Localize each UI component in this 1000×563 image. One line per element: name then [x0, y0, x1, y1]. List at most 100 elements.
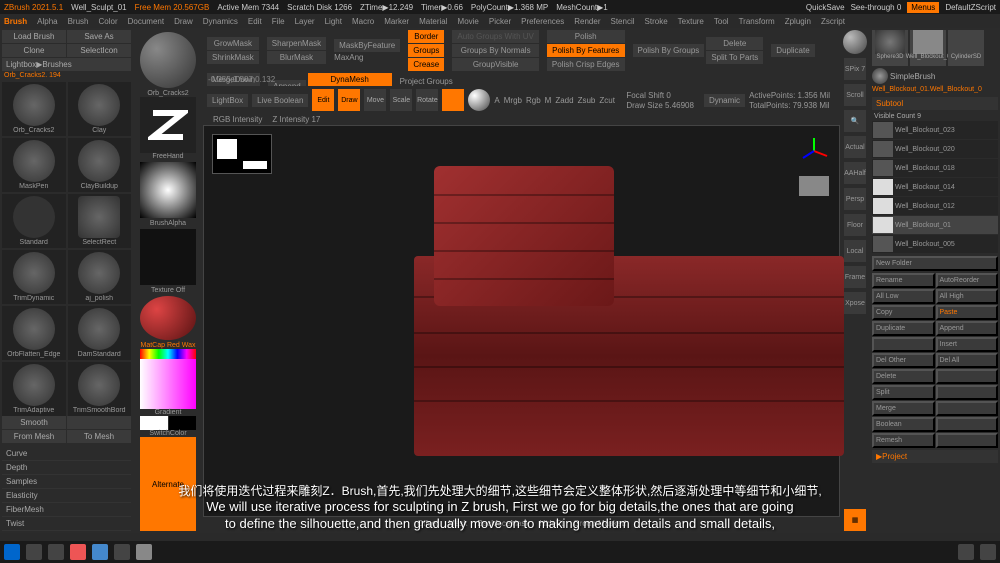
menu-item[interactable]: Transform	[739, 17, 775, 26]
option-item[interactable]: Twist	[2, 517, 131, 531]
menu-item[interactable]: Render	[574, 17, 600, 26]
brush-item[interactable]: aj_polish	[68, 250, 132, 304]
project-section[interactable]: ▶Project	[872, 450, 998, 463]
option-item[interactable]: Curve	[2, 447, 131, 461]
viewport-thumbnail[interactable]	[212, 134, 272, 174]
growmask-button[interactable]: GrowMask	[207, 37, 259, 50]
tool-thumb[interactable]: CylinderSD	[948, 30, 984, 66]
subtool-item[interactable]: Well_Blockout_005	[872, 235, 998, 253]
save-as-button[interactable]: Save As	[67, 30, 131, 43]
persp-button[interactable]: Persp	[844, 188, 866, 210]
search-icon[interactable]	[26, 544, 42, 560]
tray-icon[interactable]	[958, 544, 974, 560]
brush-item[interactable]: TrimDynamic	[2, 250, 66, 304]
floor-button[interactable]: Floor	[844, 214, 866, 236]
menu-item[interactable]: Brush	[68, 17, 89, 26]
subtool-item-selected[interactable]: Well_Blockout_01	[872, 216, 998, 234]
material-preview[interactable]	[140, 296, 196, 340]
delete-button[interactable]: Delete	[706, 37, 763, 50]
actual-button[interactable]: Actual	[844, 136, 866, 158]
nav-sphere-icon[interactable]	[843, 30, 867, 54]
sphere-icon[interactable]	[468, 89, 490, 111]
live-boolean-button[interactable]: Live Boolean	[252, 94, 308, 107]
menu-item[interactable]: Document	[128, 17, 164, 26]
maskbyfeature-button[interactable]: MaskByFeature	[334, 39, 400, 52]
menu-item[interactable]: Alpha	[37, 17, 57, 26]
menu-item[interactable]: Preferences	[521, 17, 564, 26]
menus-toggle[interactable]: Menus	[907, 2, 939, 13]
menu-item[interactable]: Macro	[352, 17, 374, 26]
secondary-color-swatch[interactable]	[169, 416, 197, 430]
focal-shift-slider[interactable]: Focal Shift 0	[626, 91, 694, 100]
lightbox-brushes[interactable]: Lightbox▶Brushes	[2, 58, 131, 71]
brush-item[interactable]: OrbFlatten_Edge	[2, 306, 66, 360]
subtool-item[interactable]: Well_Blockout_020	[872, 140, 998, 158]
brush-item[interactable]: Clay	[68, 82, 132, 136]
brush-item[interactable]: MaskPen	[2, 138, 66, 192]
new-folder-button[interactable]: New Folder	[872, 256, 998, 271]
texture-preview[interactable]	[140, 229, 196, 285]
menu-item[interactable]: Light	[325, 17, 342, 26]
menu-item[interactable]: Movie	[458, 17, 479, 26]
option-item[interactable]: Depth	[2, 461, 131, 475]
del-other-button[interactable]: Del Other	[872, 353, 935, 368]
brush-item[interactable]: ClayBuildup	[68, 138, 132, 192]
local-button[interactable]: Local	[844, 240, 866, 262]
gizmo-icon[interactable]	[442, 89, 464, 111]
zoom-button[interactable]: 🔍	[844, 110, 866, 132]
crease-button[interactable]: Crease	[408, 58, 444, 71]
border-button[interactable]: Border	[408, 30, 444, 43]
edit-mode-button[interactable]: Edit	[312, 89, 334, 111]
menu-item[interactable]: Edit	[248, 17, 262, 26]
dynamesh-button[interactable]: DynaMesh	[308, 73, 392, 86]
brush-menu[interactable]: Brush	[4, 17, 27, 26]
duplicate-button[interactable]: Duplicate	[771, 44, 814, 57]
option-item[interactable]: Elasticity	[2, 489, 131, 503]
quicksave-button[interactable]: QuickSave	[806, 3, 845, 12]
copy-button[interactable]: Copy	[872, 305, 935, 320]
scale-mode-button[interactable]: Scale	[390, 89, 412, 111]
subtool-item[interactable]: Well_Blockout_012	[872, 197, 998, 215]
menu-item[interactable]: Stencil	[611, 17, 635, 26]
load-brush-button[interactable]: Load Brush	[2, 30, 66, 43]
color-picker[interactable]	[140, 359, 196, 409]
subtool-item[interactable]: Well_Blockout_014	[872, 178, 998, 196]
app-icon[interactable]	[136, 544, 152, 560]
subtool-item[interactable]: Well_Blockout_018	[872, 159, 998, 177]
option-item[interactable]: Orientation	[2, 531, 131, 533]
tool-thumb[interactable]: Sphere3D	[872, 30, 908, 66]
app-icon[interactable]	[92, 544, 108, 560]
menu-item[interactable]: Layer	[295, 17, 315, 26]
subtool-header[interactable]: Subtool	[872, 97, 998, 110]
xpose-button[interactable]: Xpose	[844, 292, 866, 314]
camera-icon[interactable]	[799, 176, 829, 196]
menu-item[interactable]: Picker	[489, 17, 511, 26]
polish-features-button[interactable]: Polish By Features	[547, 44, 625, 57]
option-item[interactable]: FiberMesh	[2, 503, 131, 517]
scroll-button[interactable]: Scroll	[844, 84, 866, 106]
stroke-preview[interactable]	[140, 97, 196, 153]
menu-item[interactable]: Material	[419, 17, 447, 26]
hue-slider[interactable]	[140, 349, 196, 359]
spix-button[interactable]: SPix 7	[844, 58, 866, 80]
alpha-preview[interactable]	[140, 162, 196, 218]
app-icon[interactable]	[114, 544, 130, 560]
brush-item[interactable]: Orb_Cracks2	[2, 82, 66, 136]
brush-item[interactable]: TrimSmoothBord	[68, 362, 132, 416]
menu-item[interactable]: Dynamics	[203, 17, 238, 26]
menu-item[interactable]: Stroke	[645, 17, 668, 26]
taskview-icon[interactable]	[48, 544, 64, 560]
tool-thumb[interactable]: Well_Blockout_0	[910, 30, 946, 66]
brush-item[interactable]: TrimAdaptive	[2, 362, 66, 416]
brush-item[interactable]: Standard	[2, 194, 66, 248]
tray-icon[interactable]	[980, 544, 996, 560]
move-mode-button[interactable]: Move	[364, 89, 386, 111]
brush-item[interactable]: DamStandard	[68, 306, 132, 360]
menu-item[interactable]: Zscript	[821, 17, 845, 26]
main-color-swatch[interactable]	[140, 416, 168, 430]
blurmask-button[interactable]: BlurMask	[267, 51, 326, 64]
smooth-button[interactable]: Smooth	[2, 416, 66, 429]
draw-size-slider[interactable]: Draw Size 5.46908	[626, 101, 694, 110]
groups-button[interactable]: Groups	[408, 44, 444, 57]
menu-item[interactable]: Color	[99, 17, 118, 26]
